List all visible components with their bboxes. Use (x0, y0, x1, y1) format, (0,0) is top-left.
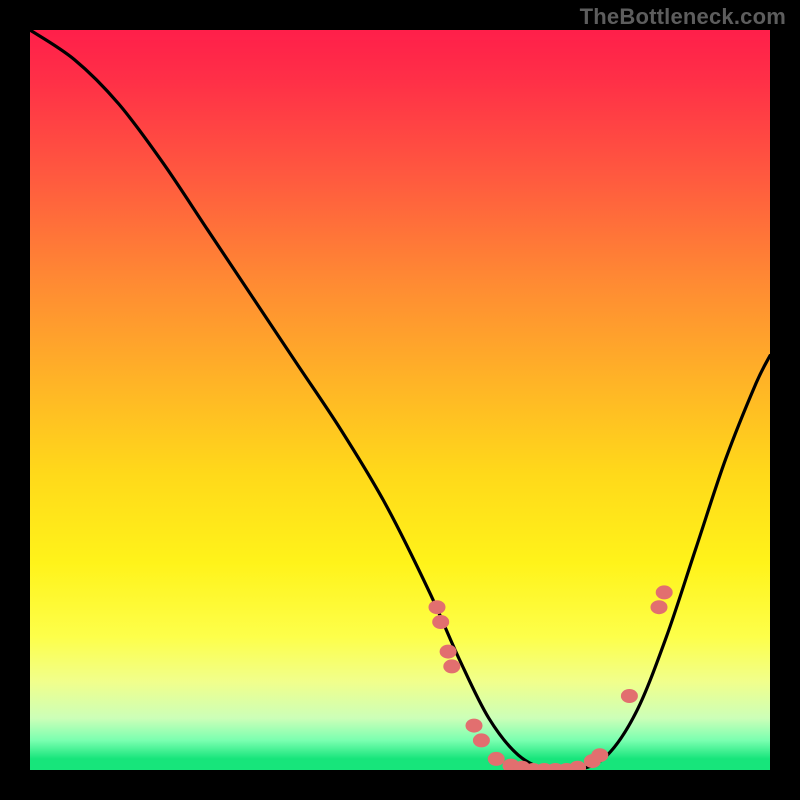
curve-marker (473, 733, 490, 747)
curve-marker (591, 748, 608, 762)
curve-marker (440, 645, 457, 659)
curve-marker (488, 752, 505, 766)
curve-marker (656, 585, 673, 599)
bottleneck-curve (30, 30, 770, 770)
curve-marker (621, 689, 638, 703)
chart-frame: TheBottleneck.com (0, 0, 800, 800)
watermark-text: TheBottleneck.com (580, 4, 786, 30)
curve-marker (432, 615, 449, 629)
curve-marker (569, 761, 586, 770)
curve-marker (651, 600, 668, 614)
curve-marker (466, 719, 483, 733)
marker-group (429, 585, 673, 770)
curve-layer (30, 30, 770, 770)
curve-marker (429, 600, 446, 614)
plot-area (30, 30, 770, 770)
curve-marker (443, 659, 460, 673)
